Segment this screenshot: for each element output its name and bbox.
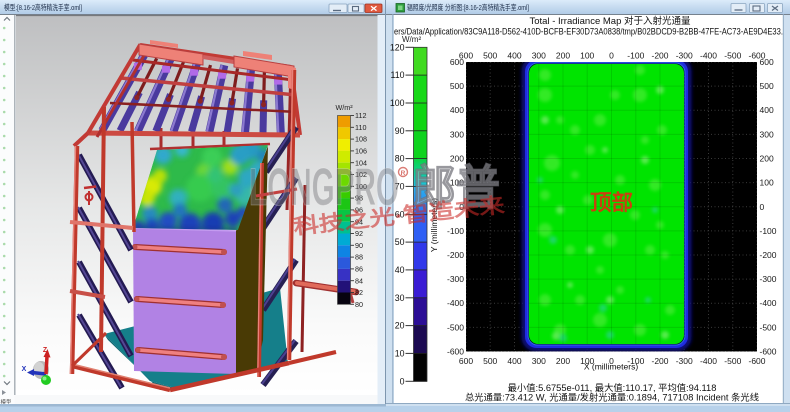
- svg-text:-500: -500: [447, 322, 464, 332]
- svg-text:112: 112: [355, 111, 366, 120]
- svg-text:-400: -400: [760, 298, 777, 308]
- svg-text:20: 20: [395, 321, 405, 331]
- svg-text:84: 84: [355, 276, 363, 285]
- svg-text:-400: -400: [700, 356, 717, 366]
- svg-text:顶部: 顶部: [590, 190, 633, 215]
- svg-text:90: 90: [355, 241, 363, 250]
- svg-text:300: 300: [532, 51, 546, 61]
- svg-text:500: 500: [450, 81, 464, 91]
- svg-text:Z: Z: [43, 347, 48, 354]
- svg-text:-300: -300: [676, 356, 693, 366]
- svg-text:模型:[8.16-2高特精洗手室.oml]: 模型:[8.16-2高特精洗手室.oml]: [4, 2, 82, 12]
- svg-text:300: 300: [450, 129, 464, 139]
- svg-text:-200: -200: [447, 250, 464, 260]
- svg-text:-100: -100: [447, 226, 464, 236]
- svg-text:-200: -200: [651, 356, 668, 366]
- svg-text:110: 110: [390, 70, 404, 80]
- svg-text:辐照度/光照度 分析图:[8.16-2高特精洗手室.oml]: 辐照度/光照度 分析图:[8.16-2高特精洗手室.oml]: [407, 2, 529, 12]
- svg-text:108: 108: [355, 135, 367, 144]
- svg-text:90: 90: [395, 126, 405, 136]
- svg-text:200: 200: [556, 356, 570, 366]
- svg-text:300: 300: [532, 356, 546, 366]
- svg-text:50: 50: [395, 237, 405, 247]
- svg-text:X: X: [22, 366, 27, 373]
- svg-text:400: 400: [450, 105, 464, 115]
- svg-text:-600: -600: [748, 356, 765, 366]
- svg-text:200: 200: [556, 51, 570, 61]
- svg-text:100: 100: [760, 178, 774, 188]
- svg-text:40: 40: [395, 265, 405, 275]
- svg-text:106: 106: [355, 147, 367, 156]
- svg-text:-500: -500: [760, 322, 777, 332]
- svg-text:600: 600: [459, 356, 473, 366]
- svg-text:110: 110: [355, 123, 366, 132]
- svg-text:10: 10: [395, 348, 405, 358]
- svg-text:-400: -400: [447, 298, 464, 308]
- svg-text:100: 100: [390, 98, 405, 108]
- svg-text:X (millimeters): X (millimeters): [584, 362, 638, 372]
- svg-text:600: 600: [450, 57, 464, 67]
- svg-text:ers/Data/Application/83C9A118-: ers/Data/Application/83C9A118-D562-410D-…: [394, 27, 783, 37]
- svg-text:-500: -500: [724, 51, 741, 61]
- svg-text:30: 30: [395, 293, 405, 303]
- svg-text:-300: -300: [676, 51, 693, 61]
- svg-text:400: 400: [507, 51, 521, 61]
- svg-text:-300: -300: [760, 274, 777, 284]
- svg-text:最小值:5.6755e-011, 最大值:110.17, 平: 最小值:5.6755e-011, 最大值:110.17, 平均值:94.118: [508, 382, 717, 393]
- svg-text:88: 88: [355, 253, 363, 262]
- svg-text:200: 200: [760, 154, 774, 164]
- svg-text:-300: -300: [447, 274, 464, 284]
- svg-text:-500: -500: [724, 356, 741, 366]
- svg-text:600: 600: [760, 57, 774, 67]
- svg-text:82: 82: [355, 288, 363, 297]
- svg-text:500: 500: [483, 356, 497, 366]
- svg-text:-400: -400: [700, 51, 717, 61]
- svg-text:-100: -100: [627, 51, 644, 61]
- svg-text:-100: -100: [760, 226, 777, 236]
- svg-text:120: 120: [390, 42, 405, 52]
- svg-text:-200: -200: [760, 250, 777, 260]
- svg-text:-600: -600: [447, 347, 464, 357]
- svg-text:300: 300: [760, 129, 774, 139]
- svg-text:100: 100: [580, 51, 594, 61]
- svg-text:Total - Irradiance Map 对于入射光通量: Total - Irradiance Map 对于入射光通量: [529, 15, 691, 27]
- svg-text:500: 500: [483, 51, 497, 61]
- svg-text:80: 80: [355, 300, 363, 309]
- svg-text:0: 0: [760, 202, 765, 212]
- svg-text:W/m²: W/m²: [402, 35, 421, 44]
- svg-text:400: 400: [507, 356, 521, 366]
- svg-text:0: 0: [400, 376, 405, 386]
- svg-text:86: 86: [355, 265, 363, 274]
- svg-text:400: 400: [760, 105, 774, 115]
- svg-text:W/m²: W/m²: [336, 103, 354, 112]
- svg-text:0: 0: [609, 51, 614, 61]
- svg-text:R: R: [401, 170, 406, 177]
- svg-text:总光通量:73.412 W, 光通量/发射光通量:0.189: 总光通量:73.412 W, 光通量/发射光通量:0.1894, 717108 …: [465, 392, 759, 403]
- svg-text:-600: -600: [760, 347, 777, 357]
- svg-text:-200: -200: [651, 51, 668, 61]
- svg-text:500: 500: [760, 81, 774, 91]
